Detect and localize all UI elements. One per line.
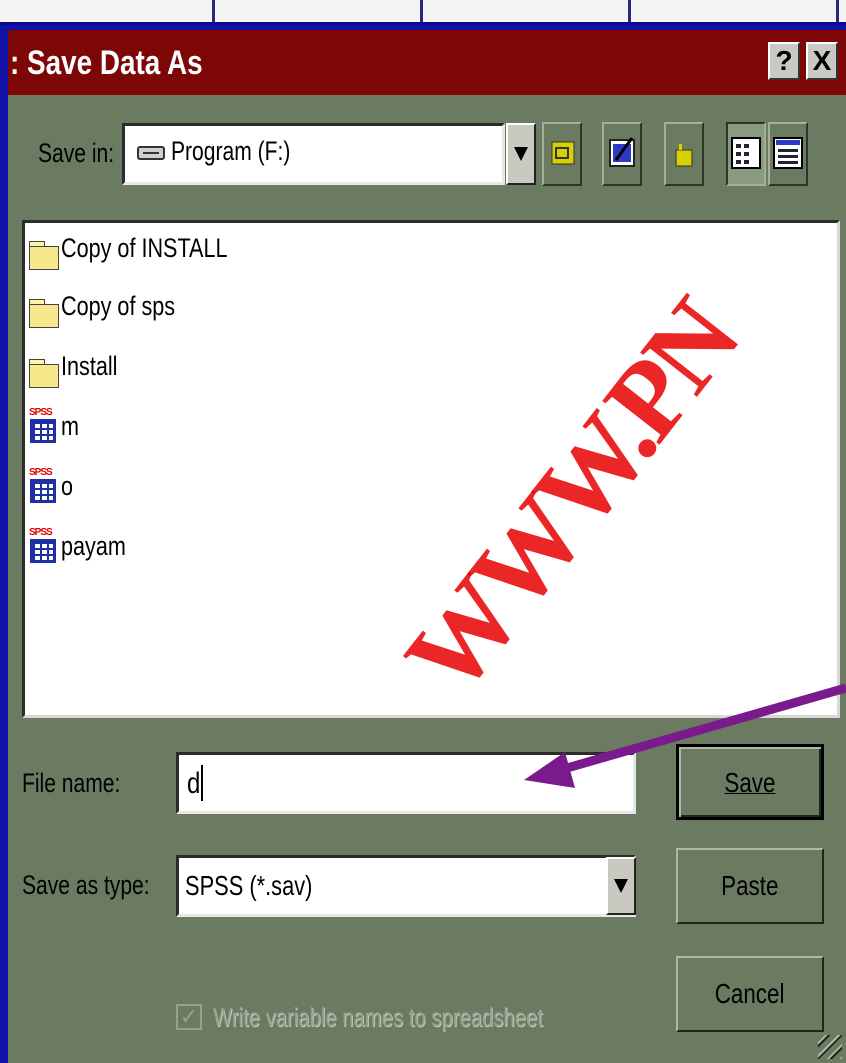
annotation-arrow: [524, 683, 846, 788]
